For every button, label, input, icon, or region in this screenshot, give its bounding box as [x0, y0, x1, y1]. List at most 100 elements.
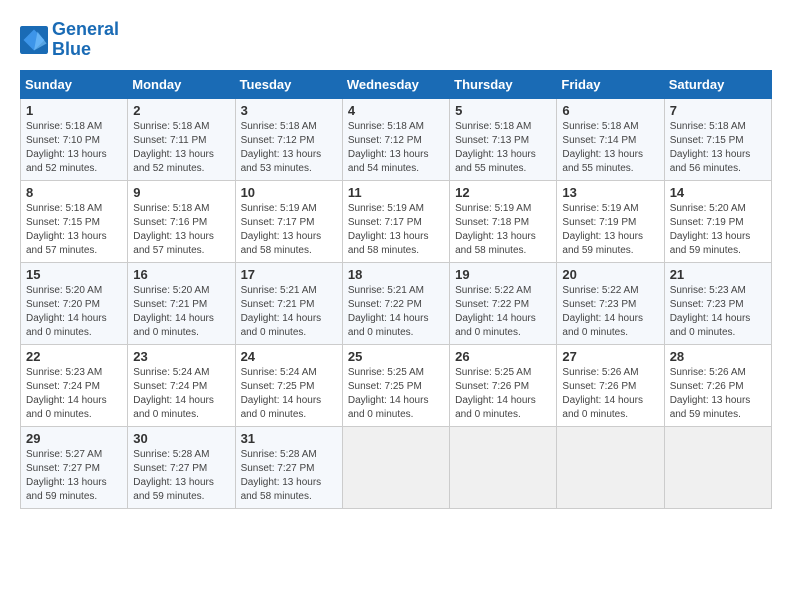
calendar-week-row: 15 Sunrise: 5:20 AM Sunset: 7:20 PM Dayl… [21, 262, 772, 344]
calendar-day-cell: 12 Sunrise: 5:19 AM Sunset: 7:18 PM Dayl… [450, 180, 557, 262]
day-info: Sunrise: 5:24 AM Sunset: 7:25 PM Dayligh… [241, 366, 337, 422]
day-number: 3 [241, 103, 337, 118]
day-info: Sunrise: 5:21 AM Sunset: 7:21 PM Dayligh… [241, 284, 337, 340]
day-info: Sunrise: 5:18 AM Sunset: 7:13 PM Dayligh… [455, 120, 551, 176]
calendar-day-cell: 4 Sunrise: 5:18 AM Sunset: 7:12 PM Dayli… [342, 98, 449, 180]
calendar-day-cell [450, 426, 557, 508]
calendar-day-cell: 24 Sunrise: 5:24 AM Sunset: 7:25 PM Dayl… [235, 344, 342, 426]
day-number: 29 [26, 431, 122, 446]
day-number: 22 [26, 349, 122, 364]
day-info: Sunrise: 5:18 AM Sunset: 7:10 PM Dayligh… [26, 120, 122, 176]
calendar-day-cell: 29 Sunrise: 5:27 AM Sunset: 7:27 PM Dayl… [21, 426, 128, 508]
day-info: Sunrise: 5:19 AM Sunset: 7:18 PM Dayligh… [455, 202, 551, 258]
calendar-day-cell: 5 Sunrise: 5:18 AM Sunset: 7:13 PM Dayli… [450, 98, 557, 180]
day-number: 31 [241, 431, 337, 446]
calendar-week-row: 29 Sunrise: 5:27 AM Sunset: 7:27 PM Dayl… [21, 426, 772, 508]
day-info: Sunrise: 5:21 AM Sunset: 7:22 PM Dayligh… [348, 284, 444, 340]
day-info: Sunrise: 5:23 AM Sunset: 7:24 PM Dayligh… [26, 366, 122, 422]
calendar-day-cell: 21 Sunrise: 5:23 AM Sunset: 7:23 PM Dayl… [664, 262, 771, 344]
day-number: 9 [133, 185, 229, 200]
calendar-week-row: 8 Sunrise: 5:18 AM Sunset: 7:15 PM Dayli… [21, 180, 772, 262]
day-info: Sunrise: 5:18 AM Sunset: 7:12 PM Dayligh… [241, 120, 337, 176]
day-number: 20 [562, 267, 658, 282]
calendar-day-cell: 15 Sunrise: 5:20 AM Sunset: 7:20 PM Dayl… [21, 262, 128, 344]
day-number: 27 [562, 349, 658, 364]
calendar-day-cell: 18 Sunrise: 5:21 AM Sunset: 7:22 PM Dayl… [342, 262, 449, 344]
day-number: 1 [26, 103, 122, 118]
day-info: Sunrise: 5:19 AM Sunset: 7:17 PM Dayligh… [348, 202, 444, 258]
calendar-table: Sunday Monday Tuesday Wednesday Thursday… [20, 70, 772, 509]
logo: GeneralBlue [20, 20, 119, 60]
col-sunday: Sunday [21, 70, 128, 98]
calendar-day-cell: 27 Sunrise: 5:26 AM Sunset: 7:26 PM Dayl… [557, 344, 664, 426]
logo-icon [20, 26, 48, 54]
day-info: Sunrise: 5:28 AM Sunset: 7:27 PM Dayligh… [241, 448, 337, 504]
day-number: 11 [348, 185, 444, 200]
col-saturday: Saturday [664, 70, 771, 98]
day-number: 21 [670, 267, 766, 282]
calendar-day-cell: 23 Sunrise: 5:24 AM Sunset: 7:24 PM Dayl… [128, 344, 235, 426]
calendar-day-cell: 20 Sunrise: 5:22 AM Sunset: 7:23 PM Dayl… [557, 262, 664, 344]
day-number: 26 [455, 349, 551, 364]
day-info: Sunrise: 5:23 AM Sunset: 7:23 PM Dayligh… [670, 284, 766, 340]
day-info: Sunrise: 5:18 AM Sunset: 7:14 PM Dayligh… [562, 120, 658, 176]
day-number: 10 [241, 185, 337, 200]
col-wednesday: Wednesday [342, 70, 449, 98]
day-number: 6 [562, 103, 658, 118]
day-number: 23 [133, 349, 229, 364]
day-number: 8 [26, 185, 122, 200]
calendar-week-row: 1 Sunrise: 5:18 AM Sunset: 7:10 PM Dayli… [21, 98, 772, 180]
col-monday: Monday [128, 70, 235, 98]
day-info: Sunrise: 5:18 AM Sunset: 7:16 PM Dayligh… [133, 202, 229, 258]
calendar-day-cell [557, 426, 664, 508]
day-info: Sunrise: 5:18 AM Sunset: 7:15 PM Dayligh… [26, 202, 122, 258]
calendar-day-cell: 1 Sunrise: 5:18 AM Sunset: 7:10 PM Dayli… [21, 98, 128, 180]
calendar-week-row: 22 Sunrise: 5:23 AM Sunset: 7:24 PM Dayl… [21, 344, 772, 426]
day-number: 19 [455, 267, 551, 282]
day-info: Sunrise: 5:18 AM Sunset: 7:15 PM Dayligh… [670, 120, 766, 176]
day-number: 4 [348, 103, 444, 118]
day-info: Sunrise: 5:20 AM Sunset: 7:20 PM Dayligh… [26, 284, 122, 340]
day-number: 18 [348, 267, 444, 282]
day-number: 2 [133, 103, 229, 118]
calendar-day-cell: 10 Sunrise: 5:19 AM Sunset: 7:17 PM Dayl… [235, 180, 342, 262]
calendar-day-cell: 19 Sunrise: 5:22 AM Sunset: 7:22 PM Dayl… [450, 262, 557, 344]
calendar-day-cell: 11 Sunrise: 5:19 AM Sunset: 7:17 PM Dayl… [342, 180, 449, 262]
calendar-day-cell: 25 Sunrise: 5:25 AM Sunset: 7:25 PM Dayl… [342, 344, 449, 426]
calendar-day-cell: 28 Sunrise: 5:26 AM Sunset: 7:26 PM Dayl… [664, 344, 771, 426]
col-thursday: Thursday [450, 70, 557, 98]
day-info: Sunrise: 5:25 AM Sunset: 7:26 PM Dayligh… [455, 366, 551, 422]
day-number: 16 [133, 267, 229, 282]
day-number: 13 [562, 185, 658, 200]
col-friday: Friday [557, 70, 664, 98]
day-info: Sunrise: 5:18 AM Sunset: 7:11 PM Dayligh… [133, 120, 229, 176]
day-info: Sunrise: 5:19 AM Sunset: 7:17 PM Dayligh… [241, 202, 337, 258]
day-number: 28 [670, 349, 766, 364]
day-info: Sunrise: 5:18 AM Sunset: 7:12 PM Dayligh… [348, 120, 444, 176]
day-info: Sunrise: 5:26 AM Sunset: 7:26 PM Dayligh… [670, 366, 766, 422]
calendar-day-cell: 13 Sunrise: 5:19 AM Sunset: 7:19 PM Dayl… [557, 180, 664, 262]
calendar-day-cell: 6 Sunrise: 5:18 AM Sunset: 7:14 PM Dayli… [557, 98, 664, 180]
calendar-day-cell: 14 Sunrise: 5:20 AM Sunset: 7:19 PM Dayl… [664, 180, 771, 262]
page-header: GeneralBlue [20, 20, 772, 60]
col-tuesday: Tuesday [235, 70, 342, 98]
day-info: Sunrise: 5:20 AM Sunset: 7:21 PM Dayligh… [133, 284, 229, 340]
day-number: 15 [26, 267, 122, 282]
calendar-day-cell: 2 Sunrise: 5:18 AM Sunset: 7:11 PM Dayli… [128, 98, 235, 180]
day-info: Sunrise: 5:20 AM Sunset: 7:19 PM Dayligh… [670, 202, 766, 258]
day-info: Sunrise: 5:25 AM Sunset: 7:25 PM Dayligh… [348, 366, 444, 422]
day-info: Sunrise: 5:24 AM Sunset: 7:24 PM Dayligh… [133, 366, 229, 422]
day-number: 12 [455, 185, 551, 200]
day-info: Sunrise: 5:19 AM Sunset: 7:19 PM Dayligh… [562, 202, 658, 258]
day-number: 25 [348, 349, 444, 364]
calendar-day-cell: 26 Sunrise: 5:25 AM Sunset: 7:26 PM Dayl… [450, 344, 557, 426]
day-info: Sunrise: 5:27 AM Sunset: 7:27 PM Dayligh… [26, 448, 122, 504]
calendar-day-cell: 30 Sunrise: 5:28 AM Sunset: 7:27 PM Dayl… [128, 426, 235, 508]
header-row: Sunday Monday Tuesday Wednesday Thursday… [21, 70, 772, 98]
day-number: 5 [455, 103, 551, 118]
day-info: Sunrise: 5:26 AM Sunset: 7:26 PM Dayligh… [562, 366, 658, 422]
day-number: 17 [241, 267, 337, 282]
day-info: Sunrise: 5:22 AM Sunset: 7:23 PM Dayligh… [562, 284, 658, 340]
day-number: 14 [670, 185, 766, 200]
calendar-day-cell: 16 Sunrise: 5:20 AM Sunset: 7:21 PM Dayl… [128, 262, 235, 344]
